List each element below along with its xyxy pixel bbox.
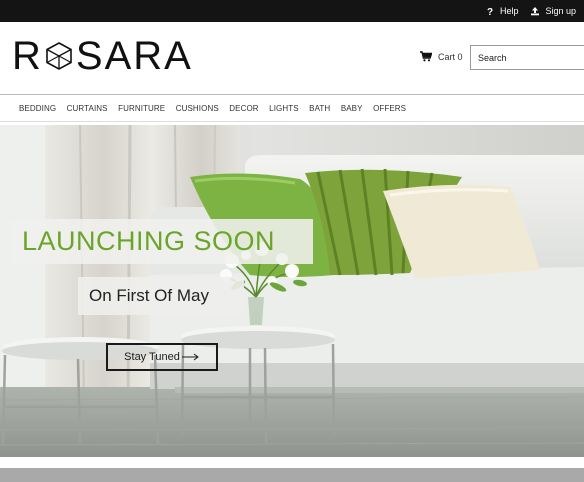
help-icon: ? (486, 6, 495, 16)
svg-text:?: ? (487, 7, 493, 16)
help-label: Help (499, 6, 519, 16)
main-navigation: BEDDING CURTAINS FURNITURE CUSHIONS DECO… (0, 94, 584, 122)
gray-bar (0, 468, 584, 482)
cta-label: Stay Tuned (124, 351, 180, 363)
nav-item-decor[interactable]: DECOR (229, 104, 258, 113)
top-utility-bar: ? Help Sign up (0, 0, 584, 22)
logo-wordmark: SARA (75, 34, 193, 78)
cart-link[interactable]: Cart 0 (420, 51, 463, 62)
nav-item-bath[interactable]: BATH (309, 104, 330, 113)
nav-item-offers[interactable]: OFFERS (373, 104, 406, 113)
headline-banner: LAUNCHING SOON (10, 219, 313, 264)
nav-item-baby[interactable]: BABY (341, 104, 363, 113)
nav-item-bedding[interactable]: BEDDING (19, 104, 56, 113)
help-link[interactable]: ? Help (486, 6, 519, 16)
signup-link[interactable]: Sign up (530, 6, 576, 16)
stay-tuned-button[interactable]: Stay Tuned (106, 343, 218, 371)
footer-divider (0, 457, 584, 482)
logo-first-letter: R (12, 34, 42, 78)
brand-logo[interactable]: R SARA (12, 36, 193, 76)
site-header: R SARA Cart 0 (0, 22, 584, 94)
signup-label: Sign up (545, 6, 576, 16)
nav-item-lights[interactable]: LIGHTS (269, 104, 299, 113)
arrow-right-icon (181, 353, 199, 361)
cart-label: Cart 0 (438, 51, 463, 62)
utility-links: ? Help Sign up (486, 0, 576, 22)
upload-icon (530, 6, 540, 16)
hexagon-cube-icon (46, 42, 72, 70)
nav-item-furniture[interactable]: FURNITURE (118, 104, 165, 113)
subheadline-banner: On First Of May (78, 277, 244, 315)
subheadline-text: On First Of May (89, 286, 209, 305)
hero-banner: LAUNCHING SOON On First Of May Stay Tune… (0, 125, 584, 457)
nav-item-cushions[interactable]: CUSHIONS (176, 104, 219, 113)
search-input[interactable] (470, 45, 584, 70)
headline-text: LAUNCHING SOON (22, 226, 276, 256)
nav-item-curtains[interactable]: CURTAINS (67, 104, 108, 113)
shopping-cart-icon (420, 51, 432, 62)
